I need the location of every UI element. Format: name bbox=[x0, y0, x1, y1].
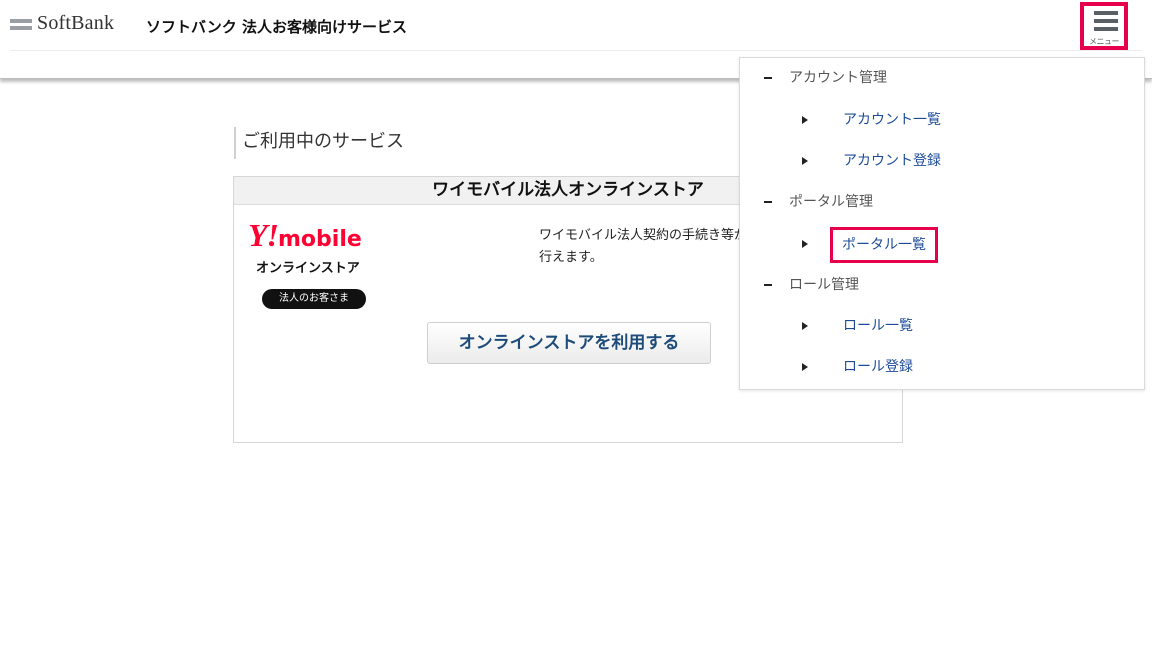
menu-item-label[interactable]: ロール一覧 bbox=[843, 315, 913, 337]
service-title: ソフトバンク 法人お客様向けサービス bbox=[146, 18, 407, 36]
softbank-logo[interactable]: SoftBank bbox=[10, 12, 114, 35]
ymobile-logo-y: Y! bbox=[248, 217, 279, 253]
bullet-triangle-icon bbox=[802, 363, 808, 371]
card-description: ワイモバイル法人契約の手続き等が行えます。 bbox=[539, 228, 748, 265]
hamburger-icon-bar bbox=[1094, 27, 1118, 31]
header-divider bbox=[10, 50, 1142, 51]
bullet-triangle-icon bbox=[802, 322, 808, 330]
menu-item-account-list[interactable]: アカウント一覧 bbox=[740, 109, 1144, 131]
menu-group-role[interactable]: ロール管理 bbox=[740, 274, 1144, 296]
menu-group-label: ポータル管理 bbox=[789, 194, 873, 210]
corporate-badge: 法人のお客さま bbox=[262, 289, 366, 309]
ymobile-logo-text: mobile bbox=[278, 227, 362, 252]
menu-group-account[interactable]: アカウント管理 bbox=[740, 67, 1144, 89]
menu-group-label: アカウント管理 bbox=[789, 70, 887, 86]
menu-label: メニュー bbox=[1089, 37, 1120, 46]
menu-button[interactable]: メニュー bbox=[1080, 2, 1128, 50]
menu-item-account-register[interactable]: アカウント登録 bbox=[740, 150, 1144, 172]
collapse-dash-icon bbox=[764, 77, 772, 79]
menu-item-role-register[interactable]: ロール登録 bbox=[740, 356, 1144, 378]
collapse-dash-icon bbox=[764, 201, 772, 203]
menu-item-label[interactable]: ロール登録 bbox=[843, 356, 913, 378]
brand-name: SoftBank bbox=[37, 12, 115, 34]
hamburger-icon bbox=[1094, 11, 1118, 15]
menu-group-portal[interactable]: ポータル管理 bbox=[740, 191, 1144, 213]
bullet-triangle-icon bbox=[802, 240, 808, 248]
bullet-triangle-icon bbox=[802, 116, 808, 124]
softbank-mark-icon bbox=[10, 17, 32, 31]
collapse-dash-icon bbox=[764, 284, 772, 286]
bullet-triangle-icon bbox=[802, 157, 808, 165]
menu-group-label: ロール管理 bbox=[789, 277, 859, 293]
hamburger-icon-bar bbox=[1094, 19, 1118, 23]
menu-item-role-list[interactable]: ロール一覧 bbox=[740, 315, 1144, 337]
menu-item-portal-list[interactable]: ポータル一覧 bbox=[740, 227, 1144, 263]
use-online-store-button[interactable]: オンラインストアを利用する bbox=[427, 322, 711, 364]
page-title: ご利用中のサービス bbox=[234, 127, 404, 159]
ymobile-logo-subtitle: オンラインストア bbox=[256, 261, 360, 276]
menu-item-label-highlighted[interactable]: ポータル一覧 bbox=[830, 227, 938, 263]
menu-dropdown: アカウント管理 アカウント一覧 アカウント登録 ポータル管理 ポータル一覧 ロー… bbox=[739, 57, 1145, 390]
menu-item-label[interactable]: アカウント登録 bbox=[843, 150, 941, 172]
menu-item-label[interactable]: アカウント一覧 bbox=[843, 109, 941, 131]
